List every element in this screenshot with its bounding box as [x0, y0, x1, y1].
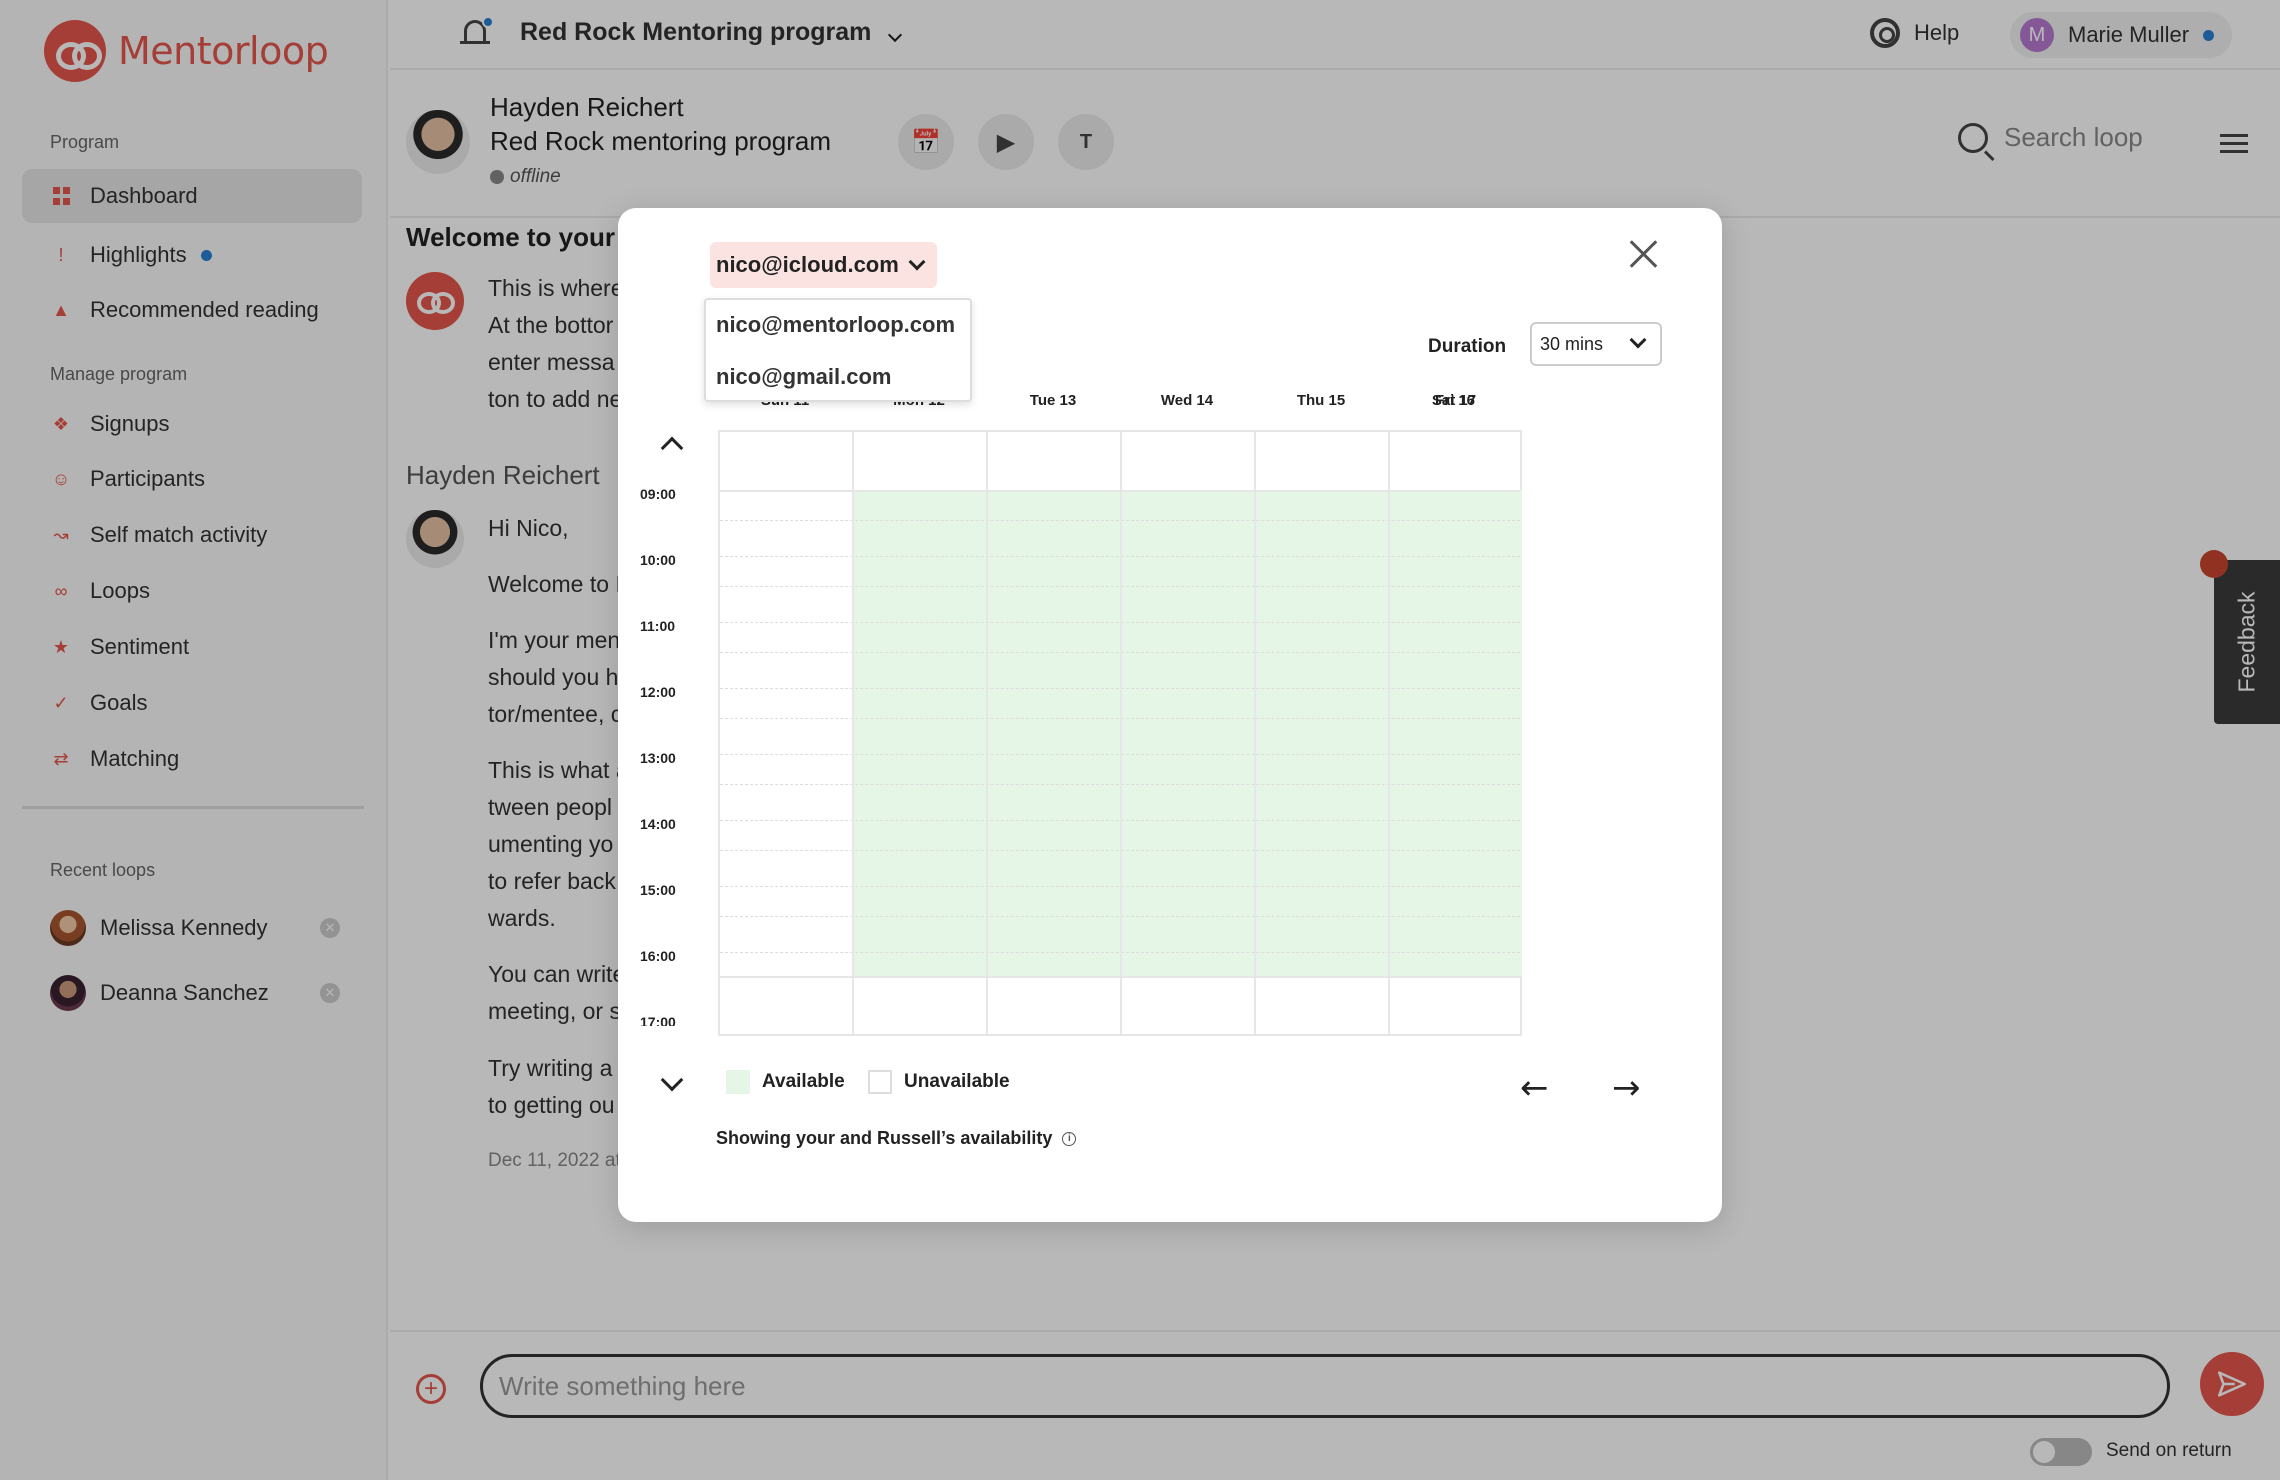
- available-swatch: [726, 1070, 750, 1094]
- time-label: 12:00: [640, 684, 676, 700]
- time-label: 15:00: [640, 882, 676, 898]
- chevron-down-icon: [908, 253, 926, 271]
- time-label: 14:00: [640, 816, 676, 832]
- previous-week-arrow-icon[interactable]: ←: [1520, 1068, 1549, 1108]
- scroll-up-icon[interactable]: [660, 436, 684, 460]
- duration-value: 30 mins: [1540, 333, 1604, 354]
- time-label: 09:00: [640, 486, 676, 502]
- next-week-arrow-icon[interactable]: →: [1612, 1068, 1641, 1108]
- legend-unavailable: Unavailable: [868, 1070, 1010, 1094]
- time-label: 10:00: [640, 552, 676, 568]
- availability-note: Showing your and Russell’s availability …: [716, 1128, 1077, 1149]
- available-block[interactable]: [1390, 824, 1522, 946]
- duration-label: Duration: [1428, 336, 1507, 357]
- chevron-down-icon: [1629, 331, 1647, 349]
- selected-email: nico@icloud.com: [716, 252, 899, 277]
- availability-modal: nico@icloud.com nico@mentorloop.com nico…: [618, 208, 1722, 1222]
- day-header: Wed 14: [1160, 392, 1214, 409]
- day-header: Thu 15: [1296, 392, 1346, 409]
- availability-note-text: Showing your and Russell’s availability: [716, 1128, 1053, 1148]
- legend-available: Available: [726, 1070, 845, 1094]
- time-label: 13:00: [640, 750, 676, 766]
- email-option[interactable]: nico@gmail.com: [716, 364, 891, 390]
- email-dropdown-menu: nico@mentorloop.com nico@gmail.com: [704, 298, 972, 402]
- available-block[interactable]: [1390, 764, 1522, 794]
- legend-label: Available: [762, 1071, 845, 1092]
- email-option[interactable]: nico@mentorloop.com: [716, 312, 955, 338]
- day-header: Tue 13: [1029, 392, 1077, 409]
- time-label: 17:00: [640, 1014, 676, 1026]
- unavailable-swatch: [868, 1070, 892, 1094]
- time-label: 11:00: [640, 618, 676, 634]
- legend-label: Unavailable: [904, 1071, 1010, 1092]
- scroll-down-icon[interactable]: [660, 1068, 684, 1092]
- info-icon[interactable]: i: [1062, 1131, 1077, 1146]
- close-icon[interactable]: [1628, 238, 1660, 270]
- email-select[interactable]: nico@icloud.com: [710, 242, 937, 288]
- duration-select[interactable]: 30 mins: [1530, 322, 1662, 366]
- time-label: 16:00: [640, 948, 676, 964]
- availability-grid[interactable]: [718, 430, 1522, 1036]
- day-header: Sat 17: [1431, 392, 1477, 409]
